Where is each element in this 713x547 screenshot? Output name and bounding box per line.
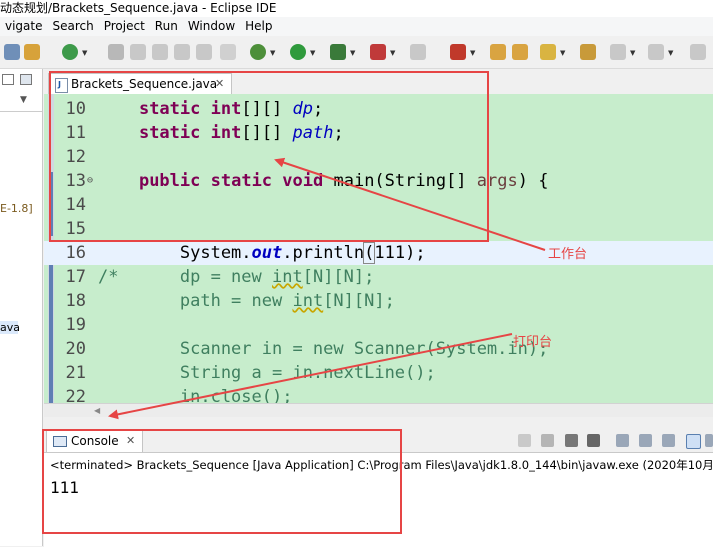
chevron-down-icon[interactable]: ▼ [560, 49, 565, 57]
scroll-lock-icon[interactable] [639, 434, 652, 447]
code-editor[interactable]: 10 static int[][] dp; 11 static int[][] … [44, 94, 713, 416]
main-toolbar: ▼ ▼ ▼ ▼ ▼ ▼ ▼ ▼ ▼ [0, 36, 713, 69]
open-folder-icon[interactable] [580, 44, 596, 60]
menu-bar: vigate Search Project Run Window Help [0, 17, 713, 36]
menu-project[interactable]: Project [99, 17, 150, 35]
console-output: 111 [50, 478, 79, 497]
code-line[interactable]: 10 static int[][] dp; [44, 97, 713, 121]
workbench-annotation: 工作台 [548, 247, 588, 262]
code-line[interactable]: 15 [44, 217, 713, 241]
code-line[interactable]: 12 [44, 145, 713, 169]
new-server-icon[interactable] [450, 44, 466, 60]
code-line[interactable]: 21 String a = in.nextLine(); [44, 361, 713, 385]
close-icon[interactable]: ✕ [126, 431, 135, 451]
coverage-icon[interactable] [330, 44, 346, 60]
open-task-icon[interactable] [512, 44, 528, 60]
menu-help[interactable]: Help [240, 17, 277, 35]
console-tab-label: Console [71, 434, 119, 448]
show-console-output-icon[interactable] [686, 434, 701, 449]
editor-tab-label: Brackets_Sequence.java [71, 77, 218, 91]
console-view[interactable]: <terminated> Brackets_Sequence [Java App… [44, 452, 713, 547]
show-whitespace-icon[interactable] [174, 44, 190, 60]
code-line-current[interactable]: 16 System.out.println(111); [44, 241, 713, 265]
minimize-icon[interactable] [2, 74, 14, 85]
stop-icon[interactable] [410, 44, 426, 60]
menu-navigate[interactable]: vigate [0, 17, 48, 35]
fold-collapse-icon[interactable]: ⊖ [87, 169, 93, 193]
previous-annotation-icon[interactable] [648, 44, 664, 60]
block-selection-icon[interactable] [152, 44, 168, 60]
chevron-down-icon[interactable]: ▼ [350, 49, 355, 57]
open-type-icon[interactable] [490, 44, 506, 60]
chevron-down-icon[interactable]: ▼ [82, 49, 87, 57]
clear-console-icon[interactable] [616, 434, 629, 447]
terminate-icon[interactable] [541, 434, 554, 447]
run-icon[interactable] [290, 44, 306, 60]
chevron-down-icon[interactable]: ▼ [270, 49, 275, 57]
back-icon[interactable] [690, 44, 706, 60]
code-line[interactable]: 13 ⊖ public static void main(String[] arg… [44, 169, 713, 193]
next-annotation-icon[interactable] [610, 44, 626, 60]
close-icon[interactable]: ✕ [215, 74, 224, 94]
panel-divider [0, 111, 42, 112]
remove-all-terminated-icon[interactable] [587, 434, 600, 447]
console-icon [53, 436, 67, 447]
new-wizard-icon[interactable] [24, 44, 40, 60]
java-file-icon: J [55, 78, 68, 93]
chevron-down-icon[interactable]: ▼ [630, 49, 635, 57]
code-line[interactable]: 11 static int[][] path; [44, 121, 713, 145]
chevron-down-icon[interactable]: ▼ [390, 49, 395, 57]
save-all-icon[interactable] [4, 44, 20, 60]
editor-horizontal-scrollbar[interactable]: ◀ [44, 403, 713, 417]
chevron-down-icon[interactable]: ▼ [668, 49, 673, 57]
word-wrap-console-icon[interactable] [662, 434, 675, 447]
debug-icon[interactable] [250, 44, 266, 60]
toggle-breakpoint-icon[interactable] [108, 44, 124, 60]
menu-search[interactable]: Search [48, 17, 99, 35]
menu-run[interactable]: Run [150, 17, 183, 35]
code-line[interactable]: 17/* dp = new int[N][N]; [44, 265, 713, 289]
matching-bracket: ( [363, 242, 376, 264]
chevron-down-icon[interactable]: ▼ [470, 49, 475, 57]
display-selected-console-icon[interactable] [705, 434, 713, 447]
window-title-bar: 动态规划/Brackets_Sequence.java - Eclipse ID… [0, 0, 713, 17]
word-wrap-icon[interactable] [196, 44, 212, 60]
view-menu-icon[interactable]: ▼ [20, 95, 27, 105]
code-line[interactable]: 20 Scanner in = new Scanner(System.in); [44, 337, 713, 361]
console-tab[interactable]: Console ✕ [46, 430, 143, 452]
console-status-line: <terminated> Brackets_Sequence [Java App… [50, 458, 713, 472]
code-line[interactable]: 19 [44, 313, 713, 337]
search-icon[interactable] [540, 44, 556, 60]
window-title: 动态规划/Brackets_Sequence.java - Eclipse ID… [0, 1, 277, 15]
refresh-icon[interactable] [62, 44, 78, 60]
jre-library-label[interactable]: E-1.8] [0, 202, 33, 215]
remove-launch-icon[interactable] [565, 434, 578, 447]
mark-occurrences-icon[interactable] [130, 44, 146, 60]
chevron-down-icon[interactable]: ▼ [310, 49, 315, 57]
pilcrow-icon[interactable] [220, 44, 236, 60]
editor-tab-brackets-sequence[interactable]: J Brackets_Sequence.java ✕ [48, 73, 232, 95]
console-annotation: 打印台 [513, 335, 553, 350]
code-line[interactable]: 18 path = new int[N][N]; [44, 289, 713, 313]
scroll-left-icon[interactable]: ◀ [94, 404, 100, 417]
maximize-icon[interactable] [20, 74, 32, 85]
selected-file-label[interactable]: ava [0, 321, 20, 334]
code-line[interactable]: 14 [44, 193, 713, 217]
external-tools-icon[interactable] [370, 44, 386, 60]
package-explorer-panel: ▼ E-1.8] ava [0, 69, 43, 546]
pin-console-icon[interactable] [518, 434, 531, 447]
menu-window[interactable]: Window [183, 17, 240, 35]
